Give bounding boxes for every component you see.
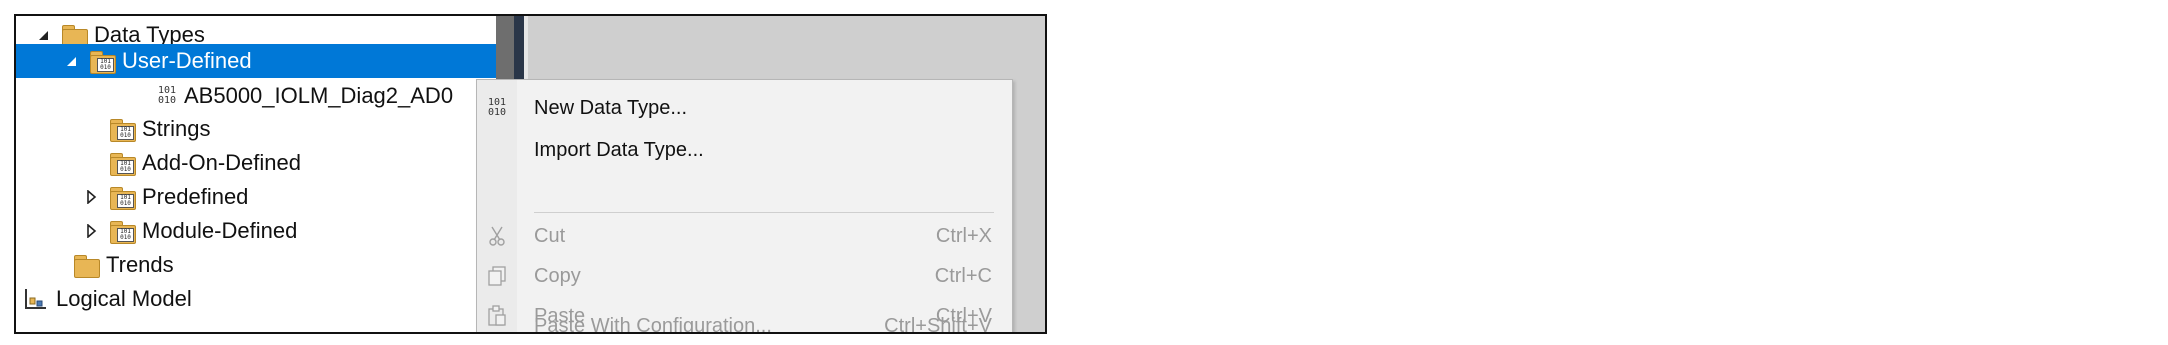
binary-icon: 101 010 [487,97,507,118]
menu-item-import-data-type[interactable]: Import Data Type... [477,130,1012,170]
menu-separator [534,212,994,213]
menu-item-copy[interactable]: Copy Ctrl+C [477,256,1012,296]
menu-item-label: Paste With Configuration... [534,314,772,334]
copy-icon [477,266,517,286]
tree-item-label: Module-Defined [142,218,298,243]
tree-item-label: Predefined [142,184,249,209]
collapse-arrow-icon[interactable] [84,189,98,205]
tree-item-logical-model[interactable]: Logical Model [16,282,502,316]
tree-item-label: Logical Model [56,286,192,311]
folder-icon [72,252,100,278]
scissors-icon [477,226,517,246]
menu-item-new-data-type[interactable]: 101 010 New Data Type... [477,88,1012,128]
data-type-folder-icon: 101 010 [108,116,136,142]
menu-item-label: New Data Type... [534,96,688,119]
application-window: Data Types 101 010 User-Defined 101 010 AB… [14,14,1047,334]
tree-item-trends[interactable]: Trends [16,248,552,282]
context-menu: 101 010 New Data Type... Import Data Type… [476,79,1013,334]
expand-arrow-icon[interactable] [64,53,78,69]
menu-item-shortcut: Ctrl+Shift+V [884,314,992,334]
menu-item-label: Cut [534,224,566,247]
data-type-folder-icon: 101 010 [108,150,136,176]
tree-item-label: Trends [106,252,174,277]
expand-arrow-icon[interactable] [36,27,50,43]
data-type-folder-icon: 101 010 [88,48,116,74]
menu-item-cut[interactable]: Cut Ctrl+X [477,216,1012,256]
data-type-folder-icon: 101 010 [108,218,136,244]
project-tree: Data Types 101 010 User-Defined 101 010 AB… [16,16,544,332]
tree-item-label: Strings [142,116,211,141]
menu-item-paste-with-configuration[interactable]: Paste With Configuration... Ctrl+Shift+V [477,306,1012,334]
tree-item-label: User-Defined [122,48,252,73]
menu-item-label: Import Data Type... [534,138,704,161]
splitter-handle[interactable] [514,16,524,86]
tree-item-label: Add-On-Defined [142,150,301,175]
menu-item-label: Copy [534,264,581,287]
logical-model-icon [22,286,50,312]
tree-item-label: AB5000_IOLM_Diag2_AD0 [184,83,454,108]
tree-item-user-defined[interactable]: 101 010 User-Defined [16,44,544,78]
menu-item-shortcut: Ctrl+C [934,264,992,287]
binary-icon: 101 010 [157,85,177,106]
collapse-arrow-icon[interactable] [84,223,98,239]
data-type-folder-icon: 101 010 [108,184,136,210]
menu-item-shortcut: Ctrl+X [935,224,992,247]
